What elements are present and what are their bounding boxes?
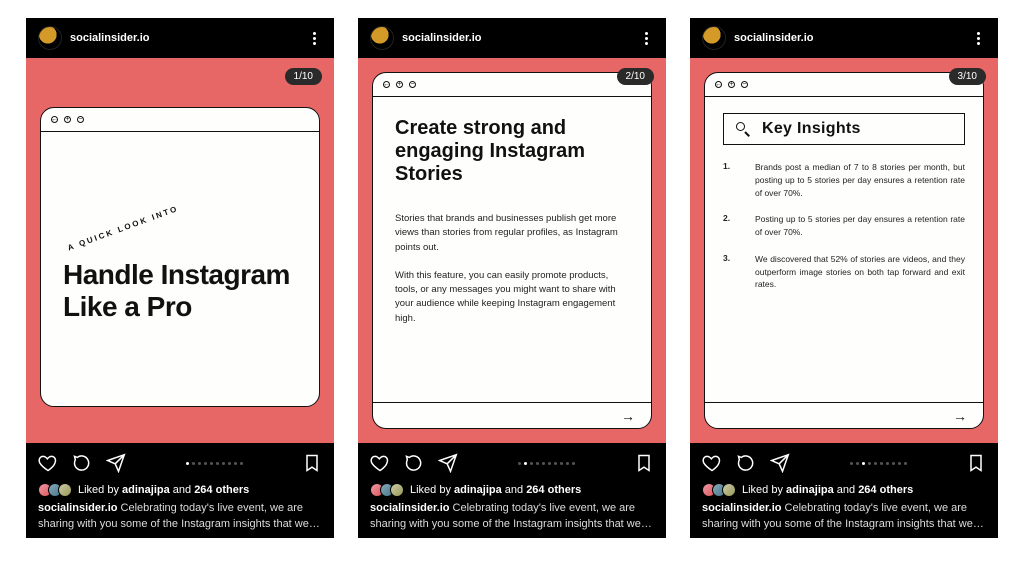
like-icon[interactable] [370, 453, 390, 473]
author-handle[interactable]: socialinsider.io [734, 32, 813, 44]
window-titlebar: ← + − [373, 73, 651, 97]
window-control-icon: − [77, 116, 84, 123]
share-icon[interactable] [106, 453, 126, 473]
illustration-window: ← + − A QUICK LOOK INTO Handle Instagram… [40, 107, 320, 407]
slide-paragraph: With this feature, you can easily promot… [395, 269, 629, 326]
liked-by-text: Liked by adinajipa and 264 others [742, 484, 913, 496]
liked-by-avatars [370, 483, 404, 497]
carousel-slide[interactable]: 3/10 ← + − Key Insights 1. Brands post a… [690, 58, 998, 443]
post-actions [26, 443, 334, 483]
carousel-slide[interactable]: 1/10 ← + − A QUICK LOOK INTO Handle Inst… [26, 58, 334, 443]
author-avatar[interactable] [702, 26, 726, 50]
window-control-icon: + [64, 116, 71, 123]
post-header: socialinsider.io [690, 18, 998, 58]
window-titlebar: ← + − [41, 108, 319, 132]
window-control-icon: ← [51, 116, 58, 123]
instagram-post-card: socialinsider.io 3/10 ← + − Key Insights… [690, 18, 998, 538]
carousel-dots [804, 462, 952, 465]
slide-title: Handle Instagram Like a Pro [63, 259, 297, 323]
key-insights-header: Key Insights [723, 113, 965, 145]
slide-title: Create strong and engaging Instagram Sto… [395, 117, 629, 186]
more-options-icon[interactable] [638, 30, 654, 46]
liked-by-row[interactable]: Liked by adinajipa and 264 others [370, 483, 654, 497]
window-control-icon: + [396, 81, 403, 88]
window-footer: → [373, 402, 651, 428]
comment-icon[interactable] [72, 453, 92, 473]
slide-counter-badge: 1/10 [285, 68, 322, 85]
author-avatar[interactable] [370, 26, 394, 50]
post-header: socialinsider.io [358, 18, 666, 58]
window-control-icon: ← [383, 81, 390, 88]
like-icon[interactable] [38, 453, 58, 473]
bookmark-icon[interactable] [966, 453, 986, 473]
window-control-icon: − [409, 81, 416, 88]
carousel-dots [140, 462, 288, 465]
share-icon[interactable] [770, 453, 790, 473]
bookmark-icon[interactable] [302, 453, 322, 473]
window-control-icon: − [741, 81, 748, 88]
slide-paragraph: Stories that brands and businesses publi… [395, 212, 629, 255]
more-options-icon[interactable] [306, 30, 322, 46]
slide-title: Key Insights [762, 120, 861, 138]
author-handle[interactable]: socialinsider.io [70, 32, 149, 44]
comment-icon[interactable] [736, 453, 756, 473]
like-icon[interactable] [702, 453, 722, 473]
post-actions [690, 443, 998, 483]
insight-item: 3. We discovered that 52% of stories are… [723, 253, 965, 291]
post-header: socialinsider.io [26, 18, 334, 58]
more-options-icon[interactable] [970, 30, 986, 46]
liked-by-text: Liked by adinajipa and 264 others [410, 484, 581, 496]
window-footer: → [705, 402, 983, 428]
share-icon[interactable] [438, 453, 458, 473]
eyebrow-text: A QUICK LOOK INTO [63, 212, 181, 237]
caption-area: Liked by adinajipa and 264 others social… [358, 483, 666, 538]
window-titlebar: ← + − [705, 73, 983, 97]
author-avatar[interactable] [38, 26, 62, 50]
liked-by-avatars [702, 483, 736, 497]
slide-counter-badge: 2/10 [617, 68, 654, 85]
insight-item: 2. Posting up to 5 stories per day ensur… [723, 213, 965, 239]
bookmark-icon[interactable] [634, 453, 654, 473]
illustration-window: ← + − Create strong and engaging Instagr… [372, 72, 652, 429]
window-control-icon: + [728, 81, 735, 88]
illustration-window: ← + − Key Insights 1. Brands post a medi… [704, 72, 984, 429]
search-icon [736, 122, 750, 136]
liked-by-avatars [38, 483, 72, 497]
author-handle[interactable]: socialinsider.io [402, 32, 481, 44]
arrow-right-icon: → [621, 408, 635, 424]
post-caption[interactable]: socialinsider.io Celebrating today's liv… [702, 501, 986, 532]
liked-by-text: Liked by adinajipa and 264 others [78, 484, 249, 496]
carousel-dots [472, 462, 620, 465]
liked-by-row[interactable]: Liked by adinajipa and 264 others [702, 483, 986, 497]
arrow-right-icon: → [953, 408, 967, 424]
window-control-icon: ← [715, 81, 722, 88]
post-caption[interactable]: socialinsider.io Celebrating today's liv… [370, 501, 654, 532]
caption-area: Liked by adinajipa and 264 others social… [26, 483, 334, 538]
instagram-post-card: socialinsider.io 1/10 ← + − A QUICK LOOK… [26, 18, 334, 538]
post-actions [358, 443, 666, 483]
insight-item: 1. Brands post a median of 7 to 8 storie… [723, 161, 965, 199]
carousel-slide[interactable]: 2/10 ← + − Create strong and engaging In… [358, 58, 666, 443]
caption-area: Liked by adinajipa and 264 others social… [690, 483, 998, 538]
post-caption[interactable]: socialinsider.io Celebrating today's liv… [38, 501, 322, 532]
instagram-post-card: socialinsider.io 2/10 ← + − Create stron… [358, 18, 666, 538]
liked-by-row[interactable]: Liked by adinajipa and 264 others [38, 483, 322, 497]
slide-counter-badge: 3/10 [949, 68, 986, 85]
comment-icon[interactable] [404, 453, 424, 473]
